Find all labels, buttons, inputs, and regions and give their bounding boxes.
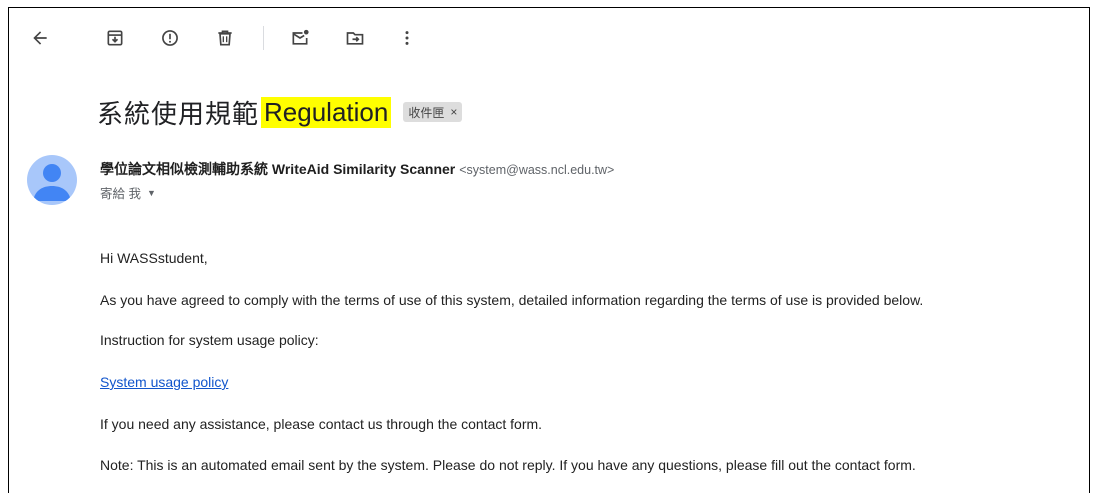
body-line-instruction: Instruction for system usage policy: bbox=[100, 332, 319, 348]
more-vert-icon bbox=[405, 31, 409, 45]
mark-unread-button[interactable] bbox=[285, 23, 315, 53]
email-subject: 系統使用規範 Regulation 收件匣 × bbox=[97, 94, 463, 130]
person-icon bbox=[33, 164, 71, 201]
greeting: Hi WASSstudent, bbox=[100, 250, 208, 266]
sender-name[interactable]: 學位論文相似檢測輔助系統 WriteAid Similarity Scanner bbox=[100, 161, 455, 177]
recipient-details-toggle[interactable]: 寄給 我 ▼ bbox=[100, 183, 156, 202]
back-button[interactable] bbox=[25, 23, 55, 53]
more-options-button[interactable] bbox=[392, 23, 422, 53]
sender-email: <system@wass.ncl.edu.tw> bbox=[459, 163, 615, 177]
delete-button[interactable] bbox=[210, 23, 240, 53]
report-spam-icon bbox=[162, 30, 178, 46]
inbox-label-chip[interactable]: 收件匣 × bbox=[403, 102, 463, 122]
chevron-down-icon: ▼ bbox=[146, 187, 156, 198]
archive-icon bbox=[107, 30, 123, 46]
arrow-back-icon bbox=[33, 31, 47, 45]
toolbar-divider bbox=[263, 26, 264, 50]
system-usage-policy-link[interactable]: System usage policy bbox=[100, 374, 228, 390]
body-line-assistance: If you need any assistance, please conta… bbox=[100, 416, 543, 432]
subject-text: 系統使用規範 bbox=[97, 98, 260, 129]
report-spam-button[interactable] bbox=[155, 23, 185, 53]
delete-icon bbox=[218, 30, 232, 46]
toolbar bbox=[20, 16, 460, 60]
body-line-note: Note: This is an automated email sent by… bbox=[100, 457, 916, 473]
avatar[interactable] bbox=[27, 155, 77, 205]
mark-unread-icon bbox=[292, 29, 309, 45]
sender-info: 學位論文相似檢測輔助系統 WriteAid Similarity Scanner… bbox=[100, 159, 614, 179]
subject-highlighted-text: Regulation bbox=[261, 96, 392, 128]
move-to-icon bbox=[346, 32, 364, 45]
recipient-text: 寄給 我 bbox=[100, 187, 141, 201]
archive-button[interactable] bbox=[100, 23, 130, 53]
remove-label-button[interactable]: × bbox=[450, 105, 457, 119]
inbox-label-text: 收件匣 bbox=[408, 105, 445, 120]
body-line-terms: As you have agreed to comply with the te… bbox=[100, 292, 924, 308]
move-to-button[interactable] bbox=[340, 23, 370, 53]
